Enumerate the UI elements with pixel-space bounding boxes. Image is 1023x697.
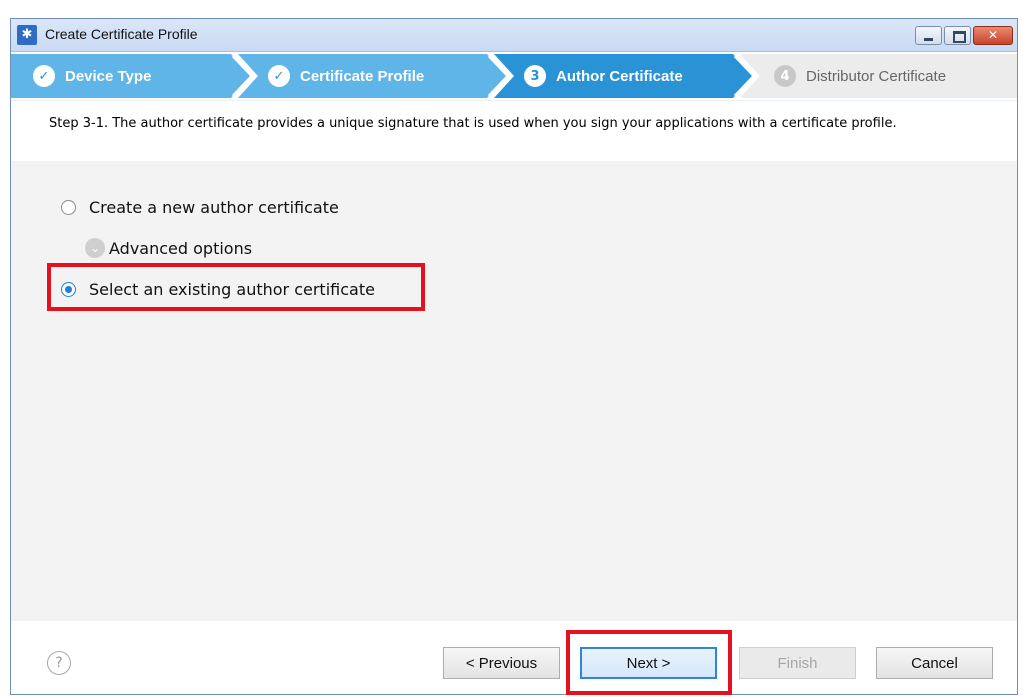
step-number-badge: 4	[774, 65, 796, 87]
close-button[interactable]	[973, 26, 1013, 45]
window-title: Create Certificate Profile	[45, 26, 198, 42]
step-distributor-certificate: 4 Distributor Certificate	[774, 56, 946, 96]
option-create-new[interactable]: Create a new author certificate	[61, 198, 339, 217]
chevron-down-icon[interactable]: ⌄	[85, 238, 105, 258]
advanced-options-toggle[interactable]: ⌄ Advanced options	[85, 238, 252, 258]
step-device-type: ✓ Device Type	[33, 56, 151, 96]
highlight-next-button	[566, 630, 732, 695]
step-label: Distributor Certificate	[806, 67, 947, 85]
maximize-button[interactable]	[944, 26, 971, 45]
background-strip	[0, 0, 1023, 18]
wizard-step-bar: ✓ Device Type ✓ Certificate Profile 3 Au…	[11, 52, 1017, 100]
step-number-badge: 3	[524, 65, 546, 87]
step-label: Certificate Profile	[300, 67, 425, 85]
dialog-footer: ? < Previous Next > Finish Cancel	[11, 621, 1017, 695]
options-panel: Create a new author certificate ⌄ Advanc…	[11, 161, 1017, 621]
advanced-options-label: Advanced options	[109, 238, 253, 258]
title-bar: ✱ Create Certificate Profile	[11, 19, 1017, 52]
create-new-radio[interactable]	[61, 200, 76, 215]
check-circle-icon: ✓	[268, 65, 290, 87]
minimize-button[interactable]	[915, 26, 942, 45]
window-controls	[915, 26, 1013, 45]
tizen-app-icon: ✱	[17, 25, 37, 45]
highlight-select-existing	[47, 263, 425, 311]
step-description-panel: Step 3-1. The author certificate provide…	[11, 101, 1017, 161]
finish-button[interactable]: Finish	[739, 647, 856, 679]
option-label: Create a new author certificate	[89, 198, 339, 217]
help-icon[interactable]: ?	[47, 651, 71, 675]
previous-button[interactable]: < Previous	[443, 647, 560, 679]
step-author-certificate: 3 Author Certificate	[524, 56, 683, 96]
step-label: Author Certificate	[556, 67, 683, 85]
check-circle-icon: ✓	[33, 65, 55, 87]
step-certificate-profile: ✓ Certificate Profile	[268, 56, 424, 96]
dialog-window: ✱ Create Certificate Profile ✓ Device Ty…	[10, 18, 1018, 695]
step-description: Step 3-1. The author certificate provide…	[49, 116, 897, 131]
step-label: Device Type	[65, 67, 152, 85]
cancel-button[interactable]: Cancel	[876, 647, 993, 679]
